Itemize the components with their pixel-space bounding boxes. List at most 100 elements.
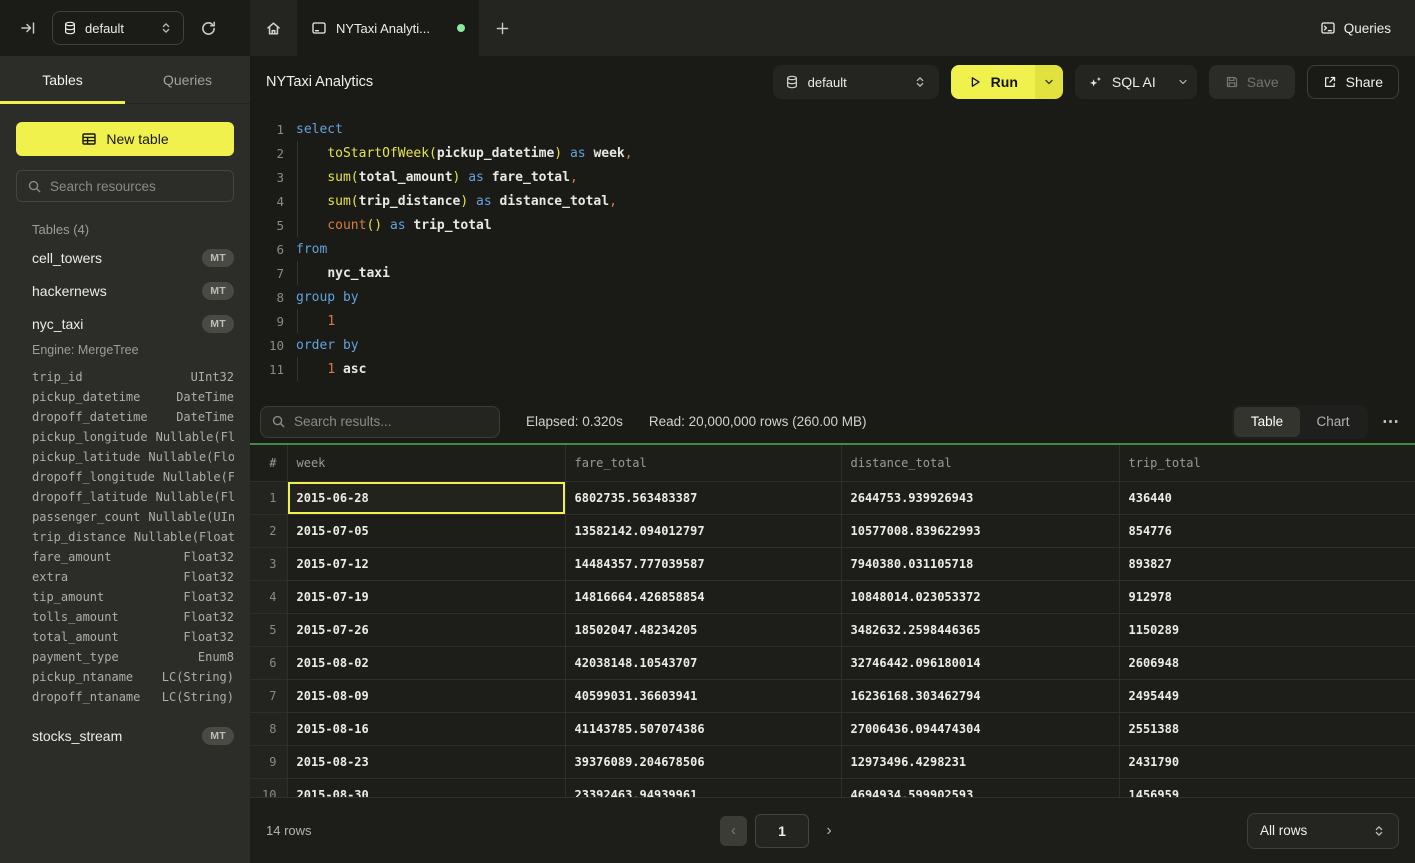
- sql-ai-options-button[interactable]: [1169, 76, 1197, 88]
- database-selector[interactable]: default: [52, 11, 184, 45]
- table-cell[interactable]: 2015-06-28: [287, 481, 565, 514]
- page-number-input[interactable]: 1: [755, 814, 809, 848]
- schema-column-row: dropoff_ntanameLC(String): [32, 687, 234, 707]
- table-cell[interactable]: 6802735.563483387: [565, 481, 841, 514]
- sidebar-item-hackernews[interactable]: hackernews MT: [0, 274, 250, 307]
- sql-ai-button[interactable]: SQL AI: [1075, 74, 1169, 90]
- previous-page-button[interactable]: ‹: [720, 816, 747, 846]
- toggle-chart[interactable]: Chart: [1300, 407, 1366, 437]
- table-cell[interactable]: 42038148.10543707: [565, 646, 841, 679]
- table-cell[interactable]: 3482632.2598446365: [841, 613, 1119, 646]
- column-header-distance_total[interactable]: distance_total: [841, 445, 1119, 481]
- row-number-cell[interactable]: 2: [250, 514, 287, 547]
- table-cell[interactable]: 14816664.426858854: [565, 580, 841, 613]
- line-number: 2: [258, 146, 284, 161]
- table-cell[interactable]: 14484357.777039587: [565, 547, 841, 580]
- row-number-cell[interactable]: 10: [250, 778, 287, 797]
- code-line[interactable]: 7 nyc_taxi: [250, 261, 1415, 285]
- table-cell[interactable]: 32746442.096180014: [841, 646, 1119, 679]
- run-options-button[interactable]: [1035, 65, 1063, 99]
- search-results-input[interactable]: [294, 414, 489, 429]
- table-cell[interactable]: 10577008.839622993: [841, 514, 1119, 547]
- share-button[interactable]: Share: [1307, 65, 1399, 99]
- table-cell[interactable]: 1150289: [1119, 613, 1415, 646]
- table-cell[interactable]: 2015-08-30: [287, 778, 565, 797]
- table-cell[interactable]: 2015-08-02: [287, 646, 565, 679]
- table-cell[interactable]: 10848014.023053372: [841, 580, 1119, 613]
- row-number-cell[interactable]: 1: [250, 481, 287, 514]
- next-page-button[interactable]: ›: [817, 822, 841, 840]
- table-cell[interactable]: 18502047.48234205: [565, 613, 841, 646]
- table-cell[interactable]: 12973496.4298231: [841, 745, 1119, 778]
- table-cell[interactable]: 13582142.094012797: [565, 514, 841, 547]
- run-button[interactable]: Run: [951, 65, 1035, 99]
- sidebar-tab-tables[interactable]: Tables: [0, 56, 125, 103]
- new-tab-button[interactable]: [479, 0, 525, 56]
- column-header-fare_total[interactable]: fare_total: [565, 445, 841, 481]
- table-cell[interactable]: 39376089.204678506: [565, 745, 841, 778]
- tab-nytaxi-analytics[interactable]: NYTaxi Analyti...: [297, 0, 479, 56]
- table-cell[interactable]: 7940380.031105718: [841, 547, 1119, 580]
- more-options-icon[interactable]: ⋯: [1382, 413, 1399, 430]
- sidebar-item-nyc-taxi[interactable]: nyc_taxi MT: [0, 307, 250, 340]
- refresh-icon[interactable]: [200, 20, 217, 37]
- code-line[interactable]: 1select: [250, 117, 1415, 141]
- queries-link[interactable]: Queries: [1320, 0, 1391, 56]
- table-cell[interactable]: 27006436.094474304: [841, 712, 1119, 745]
- line-number: 10: [258, 338, 284, 353]
- table-cell[interactable]: 2015-07-26: [287, 613, 565, 646]
- code-line[interactable]: 11 1 asc: [250, 357, 1415, 381]
- table-cell[interactable]: 2551388: [1119, 712, 1415, 745]
- table-cell[interactable]: 2015-07-19: [287, 580, 565, 613]
- row-number-cell[interactable]: 8: [250, 712, 287, 745]
- column-header-row-number[interactable]: #: [250, 445, 287, 481]
- code-line[interactable]: 9 1: [250, 309, 1415, 333]
- table-cell[interactable]: 16236168.303462794: [841, 679, 1119, 712]
- toggle-table[interactable]: Table: [1234, 407, 1300, 437]
- table-cell[interactable]: 2644753.939926943: [841, 481, 1119, 514]
- table-cell[interactable]: 41143785.507074386: [565, 712, 841, 745]
- table-cell[interactable]: 2015-08-09: [287, 679, 565, 712]
- row-number-cell[interactable]: 5: [250, 613, 287, 646]
- code-line[interactable]: 2 toStartOfWeek(pickup_datetime) as week…: [250, 141, 1415, 165]
- sql-editor[interactable]: 1select2 toStartOfWeek(pickup_datetime) …: [250, 108, 1415, 400]
- table-cell[interactable]: 1456959: [1119, 778, 1415, 797]
- home-button[interactable]: [250, 0, 297, 56]
- table-cell[interactable]: 2495449: [1119, 679, 1415, 712]
- code-line[interactable]: 5 count() as trip_total: [250, 213, 1415, 237]
- table-cell[interactable]: 2431790: [1119, 745, 1415, 778]
- row-number-cell[interactable]: 4: [250, 580, 287, 613]
- sidebar-tab-queries[interactable]: Queries: [125, 56, 250, 103]
- table-cell[interactable]: 2606948: [1119, 646, 1415, 679]
- table-cell[interactable]: 2015-07-12: [287, 547, 565, 580]
- new-table-button[interactable]: New table: [16, 122, 234, 156]
- sidebar-item-cell-towers[interactable]: cell_towers MT: [0, 241, 250, 274]
- page-size-selector[interactable]: All rows: [1247, 813, 1399, 849]
- table-cell[interactable]: 436440: [1119, 481, 1415, 514]
- table-cell[interactable]: 2015-07-05: [287, 514, 565, 547]
- column-header-trip_total[interactable]: trip_total: [1119, 445, 1415, 481]
- code-line[interactable]: 6from: [250, 237, 1415, 261]
- row-number-cell[interactable]: 3: [250, 547, 287, 580]
- code-line[interactable]: 4 sum(trip_distance) as distance_total,: [250, 189, 1415, 213]
- row-number-cell[interactable]: 9: [250, 745, 287, 778]
- code-line[interactable]: 3 sum(total_amount) as fare_total,: [250, 165, 1415, 189]
- table-cell[interactable]: 854776: [1119, 514, 1415, 547]
- table-cell[interactable]: 912978: [1119, 580, 1415, 613]
- column-header-week[interactable]: week: [287, 445, 565, 481]
- sidebar-item-stocks-stream[interactable]: stocks_stream MT: [0, 719, 250, 752]
- search-resources-input[interactable]: [50, 179, 227, 194]
- collapse-sidebar-icon[interactable]: [20, 20, 36, 36]
- save-button[interactable]: Save: [1209, 65, 1295, 99]
- row-number-cell[interactable]: 7: [250, 679, 287, 712]
- table-cell[interactable]: 893827: [1119, 547, 1415, 580]
- table-cell[interactable]: 23392463.94939961: [565, 778, 841, 797]
- table-cell[interactable]: 2015-08-23: [287, 745, 565, 778]
- table-cell[interactable]: 4694934.599902593: [841, 778, 1119, 797]
- code-line[interactable]: 10order by: [250, 333, 1415, 357]
- code-line[interactable]: 8group by: [250, 285, 1415, 309]
- table-cell[interactable]: 2015-08-16: [287, 712, 565, 745]
- query-database-selector[interactable]: default: [773, 65, 939, 99]
- row-number-cell[interactable]: 6: [250, 646, 287, 679]
- table-cell[interactable]: 40599031.36603941: [565, 679, 841, 712]
